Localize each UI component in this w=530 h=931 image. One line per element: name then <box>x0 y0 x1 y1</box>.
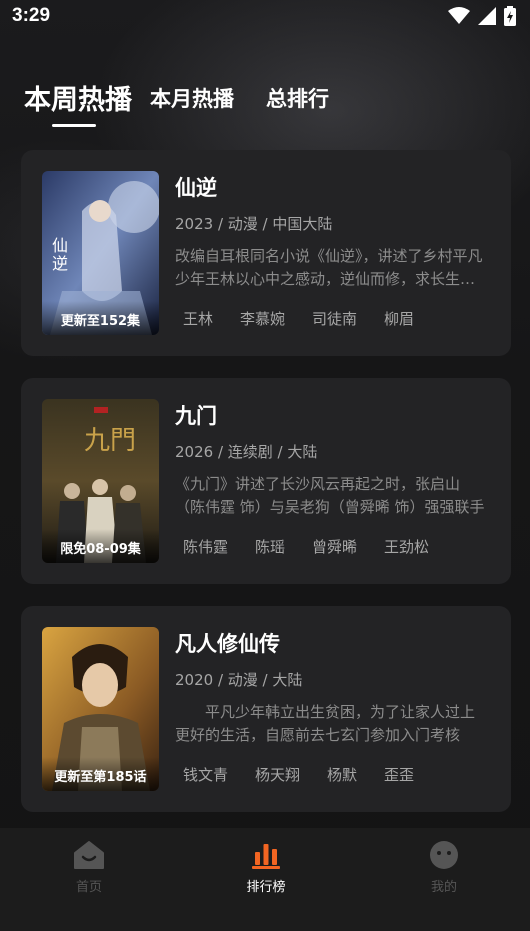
nav-ranking[interactable]: 排行榜 <box>206 840 326 895</box>
item-title: 凡人修仙传 <box>175 632 280 656</box>
poster-badge: 更新至第185话 <box>42 757 159 791</box>
ranking-icon <box>252 844 280 869</box>
episode-badge: 更新至第185话 <box>54 770 147 785</box>
status-icons <box>448 6 516 26</box>
tab-indicator <box>52 124 96 127</box>
episode-badge: 限免08-09集 <box>60 542 141 557</box>
cast-member: 王劲松 <box>384 538 430 556</box>
cast-list: 陈伟霆 陈瑶 曾舜晞 王劲松 <box>183 536 456 557</box>
cast-member: 陈瑶 <box>255 538 286 556</box>
battery-icon <box>504 6 516 26</box>
episode-badge: 更新至152集 <box>60 314 141 329</box>
item-description: 《九门》讲述了长沙风云再起之时，张启山（陈伟霆 饰）与吴老狗（曾舜晞 饰）强强联… <box>175 475 485 516</box>
status-bar: 3:29 <box>0 0 530 34</box>
item-title: 仙逆 <box>175 176 217 200</box>
cast-member: 司徒南 <box>312 310 358 328</box>
nav-home-label: 首页 <box>75 880 102 895</box>
item-description: 平凡少年韩立出生贫困，为了让家人过上更好的生活，自愿前去七玄门参加入门考核 <box>175 703 476 744</box>
svg-text:九門: 九門 <box>84 426 136 456</box>
home-icon <box>74 841 104 869</box>
nav-profile-label: 我的 <box>430 880 457 895</box>
signal-icon <box>478 7 496 25</box>
ranking-item[interactable]: 更新至第185话 凡人修仙传 2020 / 动漫 / 大陆 平凡少年韩立出生贫困… <box>21 606 511 812</box>
cast-member: 歪歪 <box>384 766 415 784</box>
tab-weekly[interactable]: 本周热播 <box>24 78 132 117</box>
cast-member: 陈伟霆 <box>183 538 229 556</box>
cast-member: 钱文青 <box>183 766 229 784</box>
ranking-item[interactable]: 仙 逆 更新至152集 仙逆 2023 / 动漫 / 中国大陆 改编自耳根同名小… <box>21 150 511 356</box>
poster-badge: 更新至152集 <box>42 301 159 335</box>
poster-image: 九門 限免08-09集 <box>42 399 159 563</box>
poster-image: 更新至第185话 <box>42 627 159 791</box>
ranking-tabs: 本周热播 本月热播 总排行 <box>0 70 530 130</box>
cast-member: 王林 <box>183 310 214 328</box>
svg-text:仙: 仙 <box>52 236 68 255</box>
tab-overall[interactable]: 总排行 <box>266 83 329 113</box>
cast-member: 李慕婉 <box>240 310 286 328</box>
bottom-nav: 首页 排行榜 我的 <box>0 828 530 931</box>
item-description: 改编自耳根同名小说《仙逆》，讲述了乡村平凡少年王林以心中之感动，逆仙而修，求长生… <box>175 247 483 288</box>
cast-member: 柳眉 <box>384 310 415 328</box>
poster-image: 仙 逆 更新至152集 <box>42 171 159 335</box>
nav-home[interactable]: 首页 <box>29 840 149 895</box>
nav-ranking-label: 排行榜 <box>246 880 286 895</box>
poster-badge: 限免08-09集 <box>42 529 159 563</box>
cast-member: 杨天翔 <box>255 766 301 784</box>
item-meta: 2020 / 动漫 / 大陆 <box>175 671 303 689</box>
cast-list: 钱文青 杨天翔 杨默 歪歪 <box>183 764 441 785</box>
cast-list: 王林 李慕婉 司徒南 柳眉 <box>183 308 441 329</box>
ranking-item[interactable]: 九門 限免08-09集 九门 2026 / 连续剧 / 大陆 《九门》讲述了长沙… <box>21 378 511 584</box>
item-meta: 2026 / 连续剧 / 大陆 <box>175 443 318 461</box>
svg-text:逆: 逆 <box>52 254 68 273</box>
nav-profile[interactable]: 我的 <box>384 840 504 895</box>
tab-monthly[interactable]: 本月热播 <box>150 83 234 113</box>
wifi-icon <box>448 7 470 24</box>
item-meta: 2023 / 动漫 / 中国大陆 <box>175 215 333 233</box>
status-time: 3:29 <box>12 5 51 26</box>
cast-member: 杨默 <box>327 766 358 784</box>
profile-icon <box>430 841 458 869</box>
item-title: 九门 <box>175 404 217 428</box>
cast-member: 曾舜晞 <box>312 538 358 556</box>
